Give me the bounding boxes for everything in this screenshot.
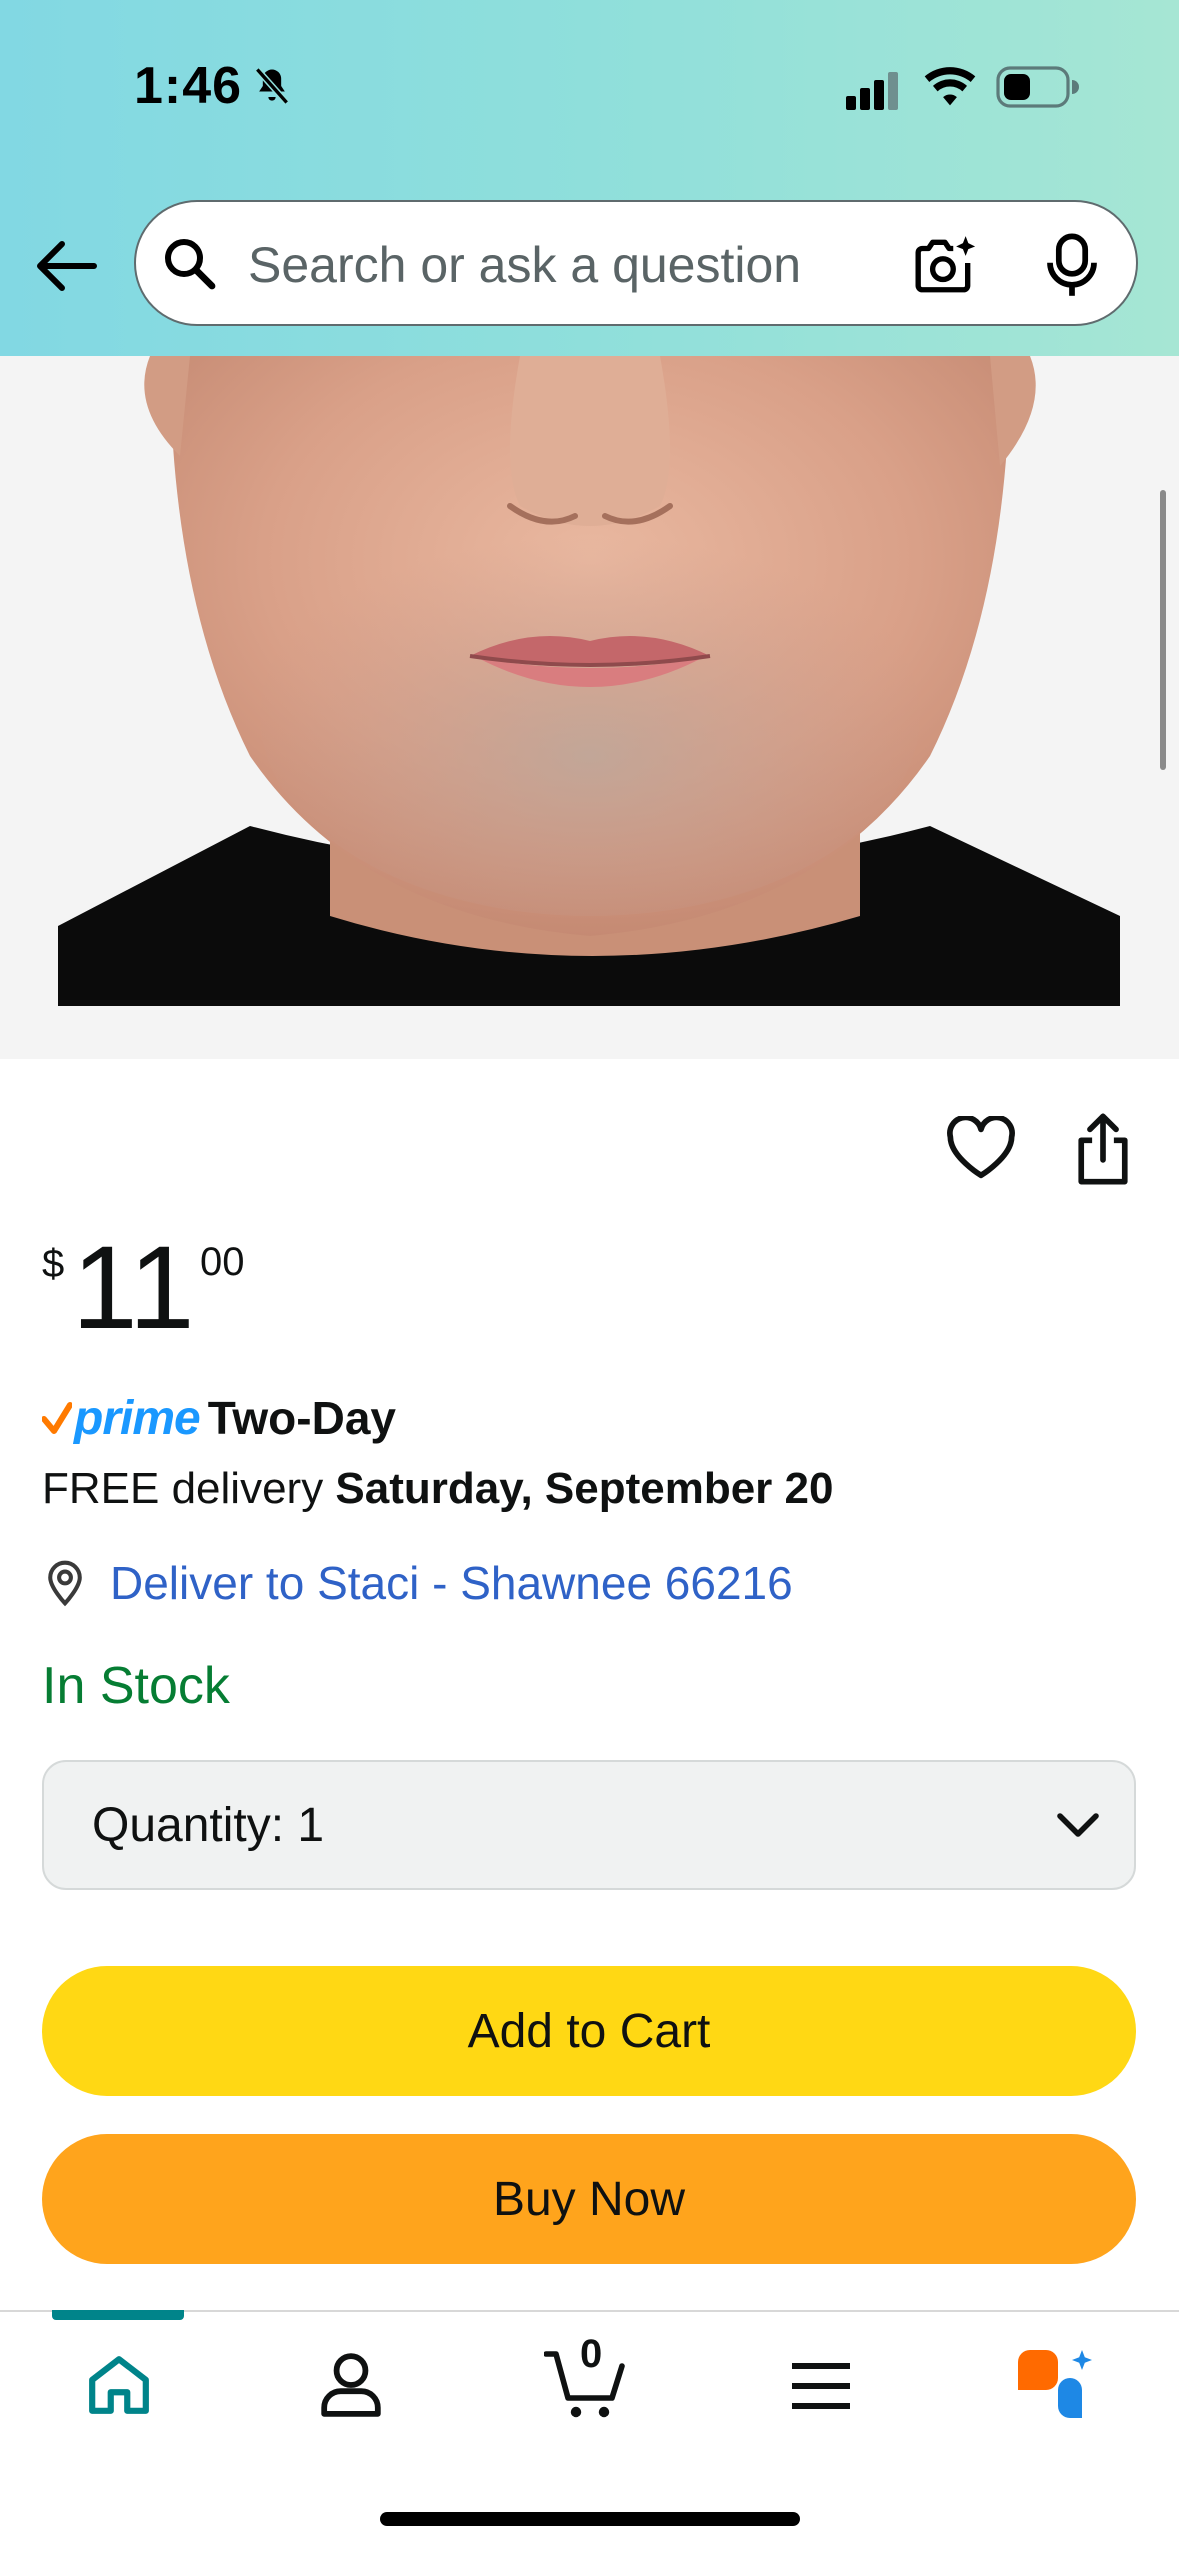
prime-logo: prime (74, 1391, 201, 1445)
price-whole: 11 (72, 1222, 195, 1354)
location-pin-icon (48, 1560, 82, 1607)
product-photo (58, 356, 1120, 1006)
bell-off-icon (254, 67, 290, 105)
delivery-date: Saturday, September 20 (335, 1464, 834, 1513)
chevron-down-icon (1057, 1813, 1099, 1837)
stock-status: In Stock (42, 1657, 230, 1715)
battery-icon (996, 66, 1079, 108)
price-currency: $ (42, 1242, 65, 1286)
deliver-to-text[interactable]: Deliver to Staci - Shawnee 66216 (110, 1556, 793, 1610)
account-icon[interactable] (320, 2352, 382, 2418)
delivery-info: FREE delivery Saturday, September 20 (42, 1464, 833, 1514)
menu-icon[interactable] (790, 2360, 852, 2412)
wifi-icon (924, 67, 976, 106)
share-icon[interactable] (1072, 1112, 1134, 1186)
add-to-cart-button[interactable]: Add to Cart (42, 1966, 1136, 2096)
prime-check-icon (42, 1402, 72, 1434)
search-bar[interactable] (134, 200, 1138, 326)
price-fraction: 00 (200, 1240, 245, 1284)
search-input[interactable] (246, 226, 1010, 304)
microphone-icon[interactable] (1044, 232, 1100, 298)
quantity-label: Quantity: 1 (92, 1799, 325, 1852)
nav-active-indicator (52, 2310, 184, 2320)
home-indicator (380, 2512, 800, 2526)
back-arrow-icon[interactable] (34, 236, 98, 296)
cart-count: 0 (580, 2332, 603, 2376)
camera-icon[interactable] (912, 232, 978, 298)
signal-icon (846, 72, 898, 110)
delivery-prefix: FREE delivery (42, 1464, 324, 1513)
deliver-to-link[interactable]: Deliver to Staci - Shawnee 66216 (42, 1556, 793, 1610)
heart-icon[interactable] (946, 1116, 1016, 1180)
status-time: 1:46 (134, 57, 243, 115)
cart-button[interactable]: 0 (543, 2332, 630, 2422)
quantity-dropdown[interactable]: Quantity: 1 (42, 1760, 1136, 1890)
buy-now-button[interactable]: Buy Now (42, 2134, 1136, 2264)
home-icon[interactable] (86, 2352, 152, 2416)
prime-speed: Two-Day (207, 1392, 396, 1444)
rufus-icon[interactable] (1014, 2350, 1098, 2422)
search-icon (165, 239, 216, 290)
app-header: 1:46 (0, 0, 1179, 356)
product-image[interactable] (0, 356, 1179, 1059)
scrollbar[interactable] (1160, 490, 1166, 770)
prime-badge: prime Two-Day (42, 1388, 396, 1448)
